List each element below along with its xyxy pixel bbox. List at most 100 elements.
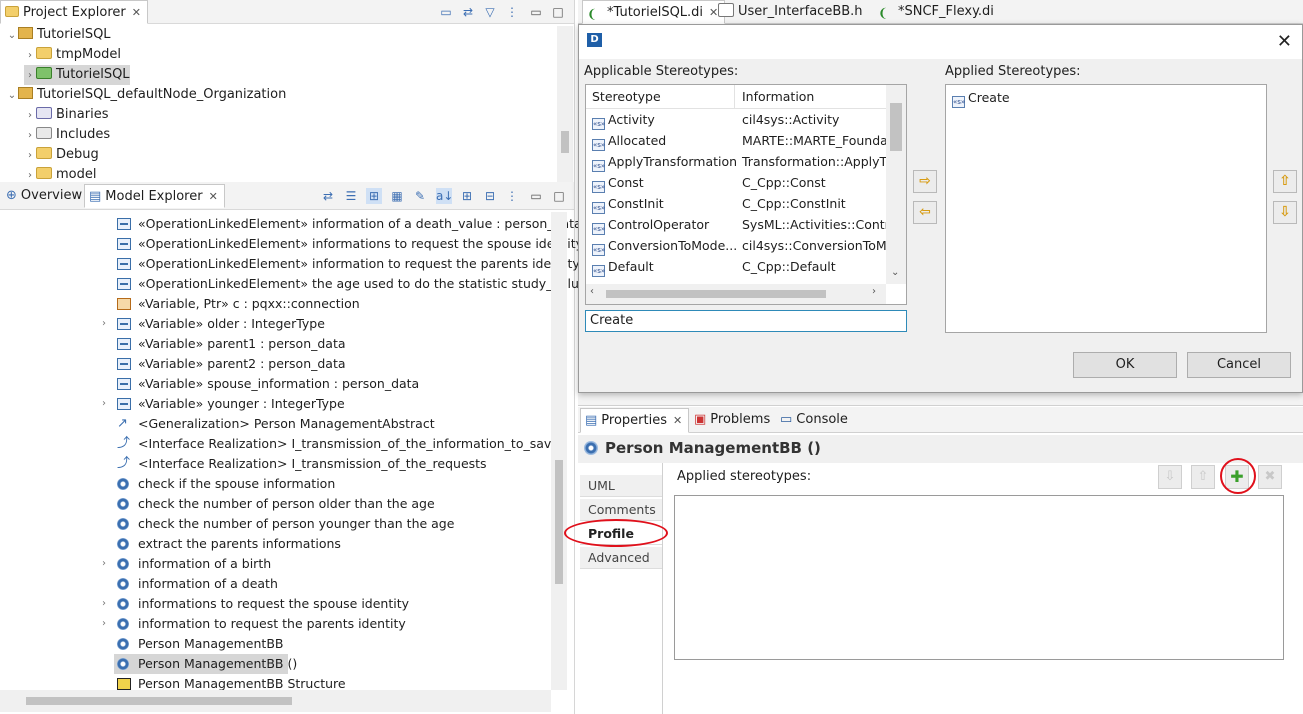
chevron-right-icon[interactable]: ›: [24, 46, 36, 66]
scroll-down-icon[interactable]: ⌄: [891, 267, 899, 278]
model-tree-item[interactable]: › information of a birth: [0, 554, 550, 574]
editor-tab[interactable]: User_InterfaceBB.h: [714, 0, 869, 24]
model-tree-item[interactable]: extract the parents informations: [0, 534, 550, 554]
table-row[interactable]: «s» ControlOperator SysML::Activities::Con…: [586, 214, 905, 235]
chevron-right-icon[interactable]: ›: [24, 146, 36, 166]
project-scrollbar[interactable]: [557, 26, 573, 182]
project-tree-item[interactable]: ⌄ TutorielSQL: [6, 25, 111, 45]
chevron-right-icon[interactable]: ›: [102, 394, 112, 414]
close-icon[interactable]: ✕: [132, 6, 141, 19]
model-tree-item[interactable]: › informations to request the spouse iden…: [0, 594, 550, 614]
ok-button[interactable]: OK: [1073, 352, 1177, 378]
remove-stereotype-arrow-button[interactable]: ⇦: [913, 201, 937, 224]
scroll-right-icon[interactable]: ›: [872, 286, 876, 297]
move-up-arrow-button[interactable]: ⇧: [1273, 170, 1297, 193]
scroll-thumb[interactable]: [890, 103, 902, 151]
stereotype-filter-input[interactable]: Create: [585, 310, 907, 332]
horizontal-scrollbar[interactable]: ‹ ›: [586, 284, 886, 304]
applied-stereotypes-list[interactable]: «s» Create: [945, 84, 1267, 333]
model-tree-item[interactable]: check the number of person younger than …: [0, 514, 550, 534]
model-tree-item[interactable]: › «Variable» older : IntegerType: [0, 314, 550, 334]
maximize-icon[interactable]: □: [550, 4, 566, 20]
table-row[interactable]: «s» ConversionToMode... cil4sys::Conversio…: [586, 235, 898, 256]
project-tree-item[interactable]: › Includes: [24, 125, 110, 145]
chevron-right-icon[interactable]: ›: [102, 594, 112, 614]
model-tree-item[interactable]: «OperationLinkedElement» informations to…: [0, 234, 583, 254]
minimize-icon[interactable]: ▭: [528, 188, 544, 204]
vertical-scrollbar[interactable]: ⌄: [886, 85, 906, 284]
chevron-right-icon[interactable]: ›: [24, 126, 36, 146]
remove-stereotype-button[interactable]: ✖: [1258, 465, 1282, 489]
editor-tab[interactable]: ❨ *SNCF_Flexy.di: [874, 0, 1000, 24]
side-tab-comments[interactable]: Comments: [580, 499, 662, 521]
tab-console[interactable]: ▭ Console: [776, 408, 854, 432]
model-tree-item[interactable]: «Variable, Ptr» c : pqxx::connection: [0, 294, 550, 314]
tree-view-icon[interactable]: ⊞: [366, 188, 382, 204]
side-tab-uml[interactable]: UML: [580, 475, 662, 497]
side-tab-advanced[interactable]: Advanced: [580, 547, 662, 569]
collapse-all-icon[interactable]: ⊟: [482, 188, 498, 204]
column-header[interactable]: Information: [742, 89, 814, 104]
list-item[interactable]: «s» Create: [952, 87, 1010, 108]
chevron-down-icon[interactable]: ⌄: [6, 86, 18, 106]
tab-properties[interactable]: ▤ Properties ✕: [580, 408, 690, 433]
chevron-right-icon[interactable]: ›: [24, 66, 36, 86]
view-menu-icon[interactable]: ⋮: [504, 188, 520, 204]
model-tree-item[interactable]: «Variable» parent1 : person_data: [0, 334, 550, 354]
link-editor-icon[interactable]: ⇄: [460, 4, 476, 20]
tab-model-explorer[interactable]: ▤ Model Explorer ✕: [84, 184, 225, 208]
model-tree-item[interactable]: Person ManagementBB (): [0, 654, 550, 674]
model-tree-item[interactable]: «OperationLinkedElement» information to …: [0, 254, 586, 274]
project-tree-item[interactable]: › TutorielSQL: [24, 65, 130, 85]
scroll-thumb[interactable]: [606, 290, 826, 298]
filter-icon[interactable]: ▽: [482, 4, 498, 20]
close-icon[interactable]: ✕: [209, 190, 218, 203]
project-tree-item[interactable]: › tmpModel: [24, 45, 121, 65]
model-tree-item[interactable]: information of a death: [0, 574, 550, 594]
table-row[interactable]: «s» ApplyTransformation Transformation::Ap…: [586, 151, 893, 172]
model-tree-item[interactable]: ⤴ <Interface Realization> I_transmission_…: [0, 454, 550, 474]
move-down-arrow-button[interactable]: ⇩: [1273, 201, 1297, 224]
move-down-button[interactable]: ⇩: [1158, 465, 1182, 489]
applied-stereotypes-list[interactable]: [674, 495, 1284, 660]
view-menu-icon[interactable]: ⋮: [504, 4, 520, 20]
model-tree-item[interactable]: check if the spouse information: [0, 474, 550, 494]
chart-icon[interactable]: ▦: [389, 188, 405, 204]
table-row[interactable]: «s» Const C_Cpp::Const: [586, 172, 886, 193]
model-tree-item[interactable]: «OperationLinkedElement» the age used to…: [0, 274, 587, 294]
chevron-right-icon[interactable]: ›: [24, 106, 36, 126]
tab-overview[interactable]: ⊕ Overview: [2, 184, 88, 208]
scroll-thumb[interactable]: [26, 697, 292, 705]
tab-problems[interactable]: ▣ Problems: [690, 408, 776, 432]
edit-icon[interactable]: ✎: [412, 188, 428, 204]
link-editor-icon[interactable]: ⇄: [320, 188, 336, 204]
close-icon[interactable]: ✕: [673, 414, 682, 427]
project-tree-item[interactable]: ⌄ TutorielSQL_defaultNode_Organization: [6, 85, 286, 105]
minimize-icon[interactable]: ▭: [528, 4, 544, 20]
model-tree-item[interactable]: ↗ <Generalization> Person ManagementAbstr…: [0, 414, 550, 434]
chevron-right-icon[interactable]: ›: [102, 614, 112, 634]
model-tree-item[interactable]: › «Variable» younger : IntegerType: [0, 394, 550, 414]
cancel-button[interactable]: Cancel: [1187, 352, 1291, 378]
table-row[interactable]: «s» Default C_Cpp::Default: [586, 256, 886, 277]
applicable-stereotypes-table[interactable]: Stereotype Information «s» Activity cil4sy…: [585, 84, 907, 305]
scroll-left-icon[interactable]: ‹: [590, 286, 594, 297]
model-vertical-scrollbar[interactable]: [551, 212, 567, 690]
maximize-icon[interactable]: □: [551, 188, 567, 204]
model-tree-item[interactable]: check the number of person older than th…: [0, 494, 550, 514]
list-icon[interactable]: ☰: [343, 188, 359, 204]
sort-alpha-icon[interactable]: a↓: [436, 188, 453, 204]
scroll-thumb[interactable]: [561, 131, 569, 153]
table-row[interactable]: «s» Activity cil4sys::Activity: [586, 109, 886, 130]
collapse-all-icon[interactable]: ▭: [438, 4, 454, 20]
close-icon[interactable]: ✕: [1277, 31, 1292, 52]
model-horizontal-scrollbar[interactable]: [0, 690, 551, 712]
model-tree-item[interactable]: «OperationLinkedElement» information of …: [0, 214, 582, 234]
chevron-down-icon[interactable]: ⌄: [6, 26, 18, 46]
model-tree-item[interactable]: › information to request the parents iden…: [0, 614, 550, 634]
model-tree-item[interactable]: Person ManagementBB: [0, 634, 550, 654]
column-header[interactable]: Stereotype: [592, 89, 661, 104]
expand-all-icon[interactable]: ⊞: [459, 188, 475, 204]
project-tree-item[interactable]: › Debug: [24, 145, 99, 165]
project-tree-item[interactable]: › Binaries: [24, 105, 108, 125]
